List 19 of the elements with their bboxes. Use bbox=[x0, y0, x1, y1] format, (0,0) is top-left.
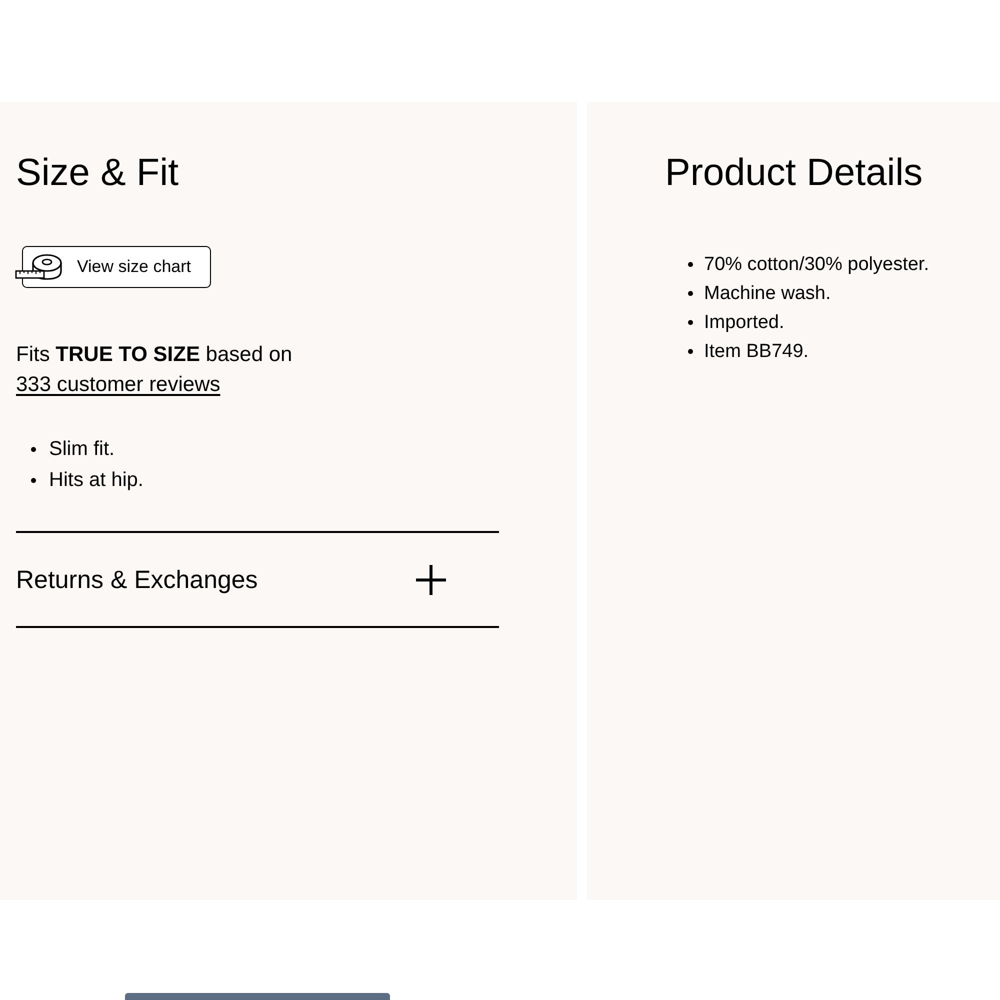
bullet-icon bbox=[688, 291, 693, 296]
bullet-icon bbox=[688, 320, 693, 325]
reviews-link[interactable]: 333 customer reviews bbox=[16, 373, 220, 396]
list-item-text: Imported. bbox=[704, 311, 784, 335]
tape-measure-icon bbox=[15, 252, 63, 282]
size-chart-button[interactable]: View size chart bbox=[22, 246, 212, 288]
list-item-text: Machine wash. bbox=[704, 282, 831, 306]
section-heading: Product Details bbox=[665, 151, 923, 196]
bullet-icon bbox=[31, 447, 36, 452]
bullet-icon bbox=[688, 349, 693, 354]
bullet-icon bbox=[688, 262, 693, 267]
bullet-icon bbox=[31, 478, 36, 483]
fit-note: Fits TRUE TO SIZE based on 333 customer reviews bbox=[16, 342, 294, 398]
list-item-text: Item BB749. bbox=[704, 340, 809, 364]
accordion-toggle[interactable]: Returns & Exchanges bbox=[16, 533, 499, 626]
section-heading: Size & Fit bbox=[16, 151, 179, 196]
list-item-text: Slim fit. bbox=[49, 437, 115, 462]
list-item-text: 70% cotton/30% polyester. bbox=[704, 253, 929, 277]
list-item-text: Hits at hip. bbox=[49, 468, 144, 493]
